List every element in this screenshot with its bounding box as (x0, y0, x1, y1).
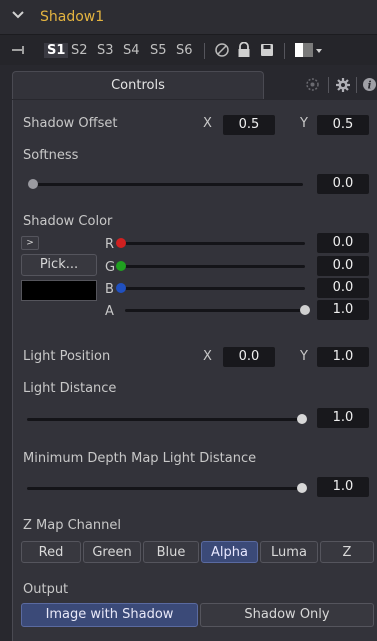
info-icon[interactable]: i (362, 77, 377, 92)
version-slot-3[interactable]: S3 (97, 43, 114, 58)
expand-color-button[interactable]: > (21, 236, 39, 250)
min-depth-label: Minimum Depth Map Light Distance (23, 451, 257, 466)
light-distance-handle[interactable] (297, 414, 307, 424)
save-icon[interactable] (260, 42, 274, 58)
softness-slider-handle[interactable] (28, 179, 38, 189)
channel-luma-button[interactable]: Luma (260, 541, 318, 563)
version-slot-1[interactable]: S1 (44, 43, 69, 58)
shadow-offset-y-label: Y (300, 116, 308, 131)
green-channel-handle[interactable] (116, 261, 126, 271)
red-channel-label: R (105, 237, 115, 252)
channel-blue-button[interactable]: Blue (143, 541, 199, 563)
version-slot-2[interactable]: S2 (71, 43, 88, 58)
green-channel-slider[interactable] (125, 265, 305, 268)
output-shadow-only-button[interactable]: Shadow Only (200, 603, 374, 627)
tab-controls[interactable]: Controls (12, 71, 264, 99)
blue-channel-field[interactable]: 0.0 (317, 278, 369, 298)
tab-divider (356, 77, 357, 93)
shadow-color-label: Shadow Color (23, 214, 113, 229)
light-distance-slider[interactable] (27, 418, 303, 421)
channel-red-button[interactable]: Red (21, 541, 81, 563)
output-image-with-shadow-button[interactable]: Image with Shadow (21, 603, 198, 627)
light-position-y-field[interactable]: 1.0 (317, 347, 369, 367)
gear-icon[interactable] (335, 77, 351, 93)
min-depth-handle[interactable] (297, 483, 307, 493)
version-slot-4[interactable]: S4 (123, 43, 140, 58)
channel-alpha-button[interactable]: Alpha (201, 541, 258, 563)
green-channel-field[interactable]: 0.0 (317, 256, 369, 276)
version-slot-5[interactable]: S5 (150, 43, 167, 58)
blue-channel-label: B (105, 282, 114, 297)
alpha-channel-field[interactable]: 1.0 (317, 300, 369, 320)
alpha-channel-label: A (105, 304, 114, 319)
light-position-y-label: Y (300, 349, 308, 364)
version-toolbar: S1 S2 S3 S4 S5 S6 (0, 35, 377, 65)
light-position-x-field[interactable]: 0.0 (223, 347, 275, 367)
red-channel-slider[interactable] (125, 242, 305, 245)
controls-panel: Shadow Offset X 0.5 Y 0.5 Softness 0.0 S… (12, 100, 377, 641)
pick-color-button[interactable]: Pick... (21, 254, 97, 276)
shadow-offset-label: Shadow Offset (23, 116, 118, 131)
light-distance-field[interactable]: 1.0 (317, 408, 369, 428)
min-depth-field[interactable]: 1.0 (317, 477, 369, 497)
shadow-offset-x-field[interactable]: 0.5 (223, 115, 275, 135)
inspector-tabs: Controls i (0, 69, 377, 100)
toolbar-divider (204, 43, 205, 59)
alpha-channel-slider[interactable] (125, 309, 305, 312)
toolbar-divider (284, 43, 285, 59)
light-position-x-label: X (203, 349, 212, 364)
version-slot-6[interactable]: S6 (176, 43, 193, 58)
alpha-channel-handle[interactable] (300, 305, 310, 315)
svg-text:i: i (368, 81, 372, 92)
red-channel-field[interactable]: 0.0 (317, 233, 369, 253)
pin-icon[interactable] (12, 45, 28, 55)
light-distance-label: Light Distance (23, 381, 117, 396)
tab-controls-label: Controls (111, 78, 165, 93)
channel-z-button[interactable]: Z (320, 541, 374, 563)
color-swatch[interactable] (21, 280, 97, 301)
blue-channel-handle[interactable] (116, 283, 126, 293)
channel-green-button[interactable]: Green (83, 541, 141, 563)
red-channel-handle[interactable] (116, 238, 126, 248)
shadow-offset-y-field[interactable]: 0.5 (317, 115, 369, 135)
tool-header[interactable]: Shadow1 (0, 0, 377, 35)
disable-icon[interactable] (214, 42, 230, 58)
lock-icon[interactable] (237, 42, 251, 58)
min-depth-slider[interactable] (27, 487, 303, 490)
color-picker-icon[interactable] (295, 42, 323, 58)
chevron-down-icon[interactable] (12, 8, 24, 22)
green-channel-label: G (105, 260, 116, 275)
tab-divider (328, 77, 329, 93)
softness-slider[interactable] (35, 183, 303, 186)
modifiers-icon[interactable] (305, 77, 320, 92)
softness-label: Softness (23, 148, 79, 163)
light-position-label: Light Position (23, 349, 111, 364)
output-label: Output (23, 582, 69, 597)
softness-field[interactable]: 0.0 (317, 174, 369, 194)
tool-title: Shadow1 (40, 9, 105, 25)
shadow-offset-x-label: X (203, 116, 212, 131)
blue-channel-slider[interactable] (125, 287, 305, 290)
z-map-channel-label: Z Map Channel (23, 518, 121, 533)
